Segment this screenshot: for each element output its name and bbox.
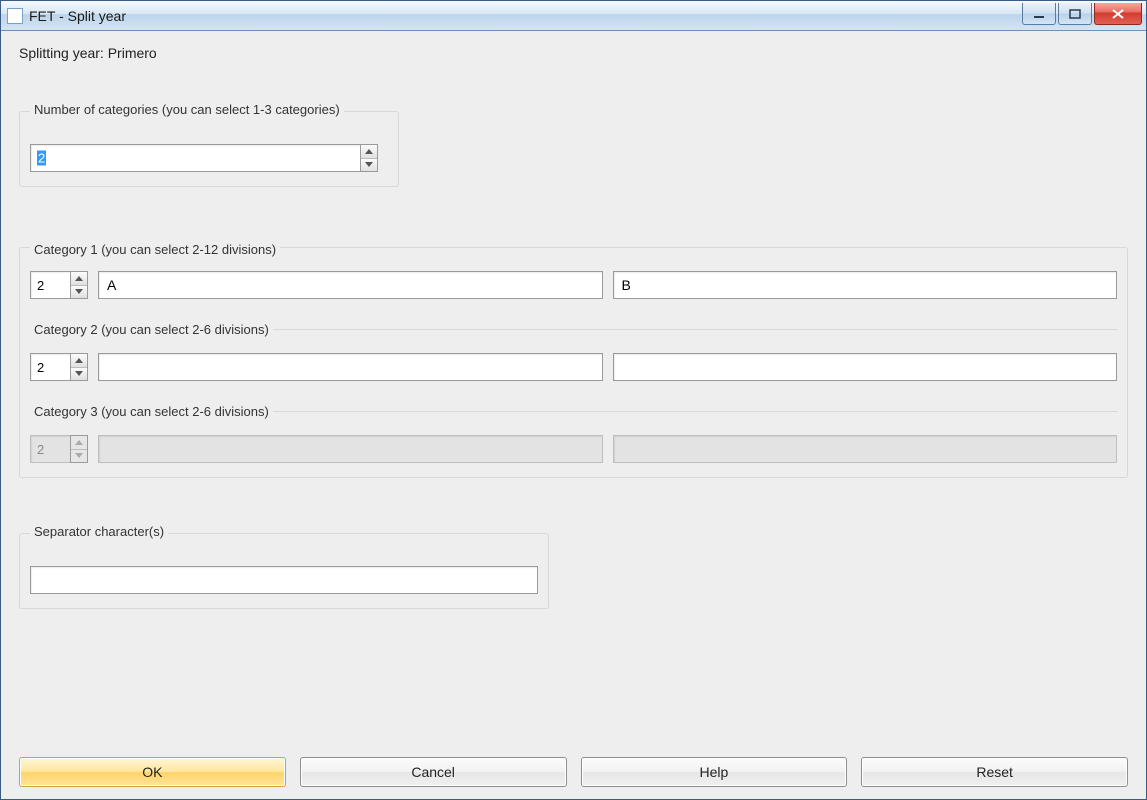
chevron-up-icon bbox=[75, 440, 83, 445]
minimize-button[interactable] bbox=[1022, 3, 1056, 25]
chevron-up-icon bbox=[75, 358, 83, 363]
chevron-down-icon bbox=[75, 453, 83, 458]
ok-button[interactable]: OK bbox=[19, 757, 286, 787]
category-2-division-2-input[interactable] bbox=[613, 353, 1118, 381]
maximize-icon bbox=[1069, 9, 1081, 19]
category-2-row: Category 2 (you can select 2-6 divisions… bbox=[30, 329, 1117, 381]
num-categories-label: Number of categories (you can select 1-3… bbox=[30, 102, 344, 117]
category-1-label: Category 1 (you can select 2-12 division… bbox=[30, 242, 280, 257]
spin-up-button[interactable] bbox=[361, 145, 377, 159]
chevron-down-icon bbox=[365, 162, 373, 167]
category-1-division-2-input[interactable] bbox=[613, 271, 1118, 299]
num-categories-group: Number of categories (you can select 1-3… bbox=[19, 111, 399, 187]
separator-group: Separator character(s) bbox=[19, 533, 549, 609]
category-1-count-spinbox[interactable] bbox=[30, 271, 88, 299]
category-2-count-input[interactable] bbox=[30, 353, 70, 381]
window-buttons bbox=[1020, 3, 1142, 25]
spin-down-button[interactable] bbox=[71, 286, 87, 299]
spin-up-button bbox=[71, 436, 87, 450]
category-2-label: Category 2 (you can select 2-6 divisions… bbox=[30, 322, 273, 337]
spin-down-button[interactable] bbox=[361, 159, 377, 172]
close-button[interactable] bbox=[1094, 3, 1142, 25]
num-categories-input[interactable] bbox=[30, 144, 360, 172]
chevron-down-icon bbox=[75, 289, 83, 294]
titlebar[interactable]: FET - Split year bbox=[1, 1, 1146, 31]
category-2-count-spinbox[interactable] bbox=[30, 353, 88, 381]
cancel-button[interactable]: Cancel bbox=[300, 757, 567, 787]
separator-label: Separator character(s) bbox=[30, 524, 168, 539]
spin-buttons bbox=[360, 144, 378, 172]
chevron-up-icon bbox=[365, 149, 373, 154]
window-title: FET - Split year bbox=[29, 8, 1020, 24]
categories-group: Category 1 (you can select 2-12 division… bbox=[19, 247, 1128, 478]
category-3-division-1-input bbox=[98, 435, 603, 463]
close-icon bbox=[1111, 9, 1125, 19]
spin-up-button[interactable] bbox=[71, 272, 87, 286]
help-button[interactable]: Help bbox=[581, 757, 848, 787]
spin-up-button[interactable] bbox=[71, 354, 87, 368]
category-3-row: Category 3 (you can select 2-6 divisions… bbox=[30, 411, 1117, 463]
spin-down-button[interactable] bbox=[71, 368, 87, 381]
category-3-count-input bbox=[30, 435, 70, 463]
num-categories-spinbox[interactable]: 2 bbox=[30, 144, 378, 172]
spin-down-button bbox=[71, 450, 87, 463]
app-icon bbox=[7, 8, 23, 24]
reset-button[interactable]: Reset bbox=[861, 757, 1128, 787]
window-frame: FET - Split year Splitting year: Primero… bbox=[0, 0, 1147, 800]
minimize-icon bbox=[1033, 9, 1045, 19]
separator-input[interactable] bbox=[30, 566, 538, 594]
maximize-button[interactable] bbox=[1058, 3, 1092, 25]
chevron-down-icon bbox=[75, 371, 83, 376]
category-1-row: Category 1 (you can select 2-12 division… bbox=[30, 248, 1117, 299]
chevron-up-icon bbox=[75, 276, 83, 281]
client-area: Splitting year: Primero Number of catego… bbox=[1, 31, 1146, 799]
button-bar: OK Cancel Help Reset bbox=[19, 737, 1128, 787]
category-3-division-2-input bbox=[613, 435, 1118, 463]
category-2-division-1-input[interactable] bbox=[98, 353, 603, 381]
category-3-label: Category 3 (you can select 2-6 divisions… bbox=[30, 404, 273, 419]
page-heading: Splitting year: Primero bbox=[19, 45, 1128, 61]
category-1-count-input[interactable] bbox=[30, 271, 70, 299]
category-3-count-spinbox bbox=[30, 435, 88, 463]
category-1-division-1-input[interactable] bbox=[98, 271, 603, 299]
